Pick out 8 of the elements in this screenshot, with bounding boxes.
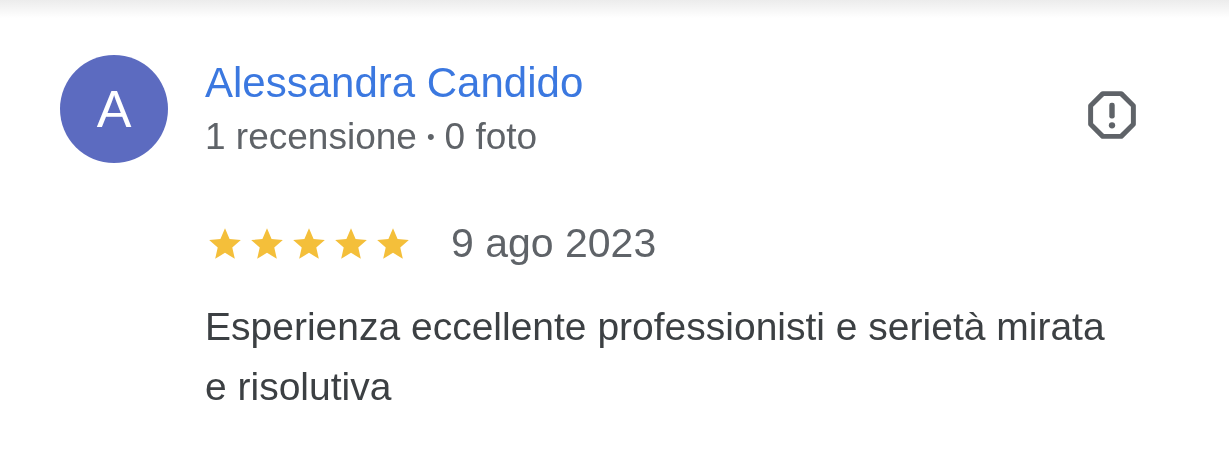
review-text: Esperienza eccellente professionisti e serietà mirata e risolutiva [205, 303, 1105, 410]
review-count: 1 recensione [205, 115, 417, 159]
avatar: A [60, 55, 168, 163]
author-name[interactable]: Alessandra Candido [205, 55, 584, 111]
review-date: 9 ago 2023 [451, 219, 657, 268]
photo-count: 0 foto [444, 115, 538, 159]
separator: • [426, 123, 435, 151]
report-icon[interactable] [1085, 88, 1139, 142]
